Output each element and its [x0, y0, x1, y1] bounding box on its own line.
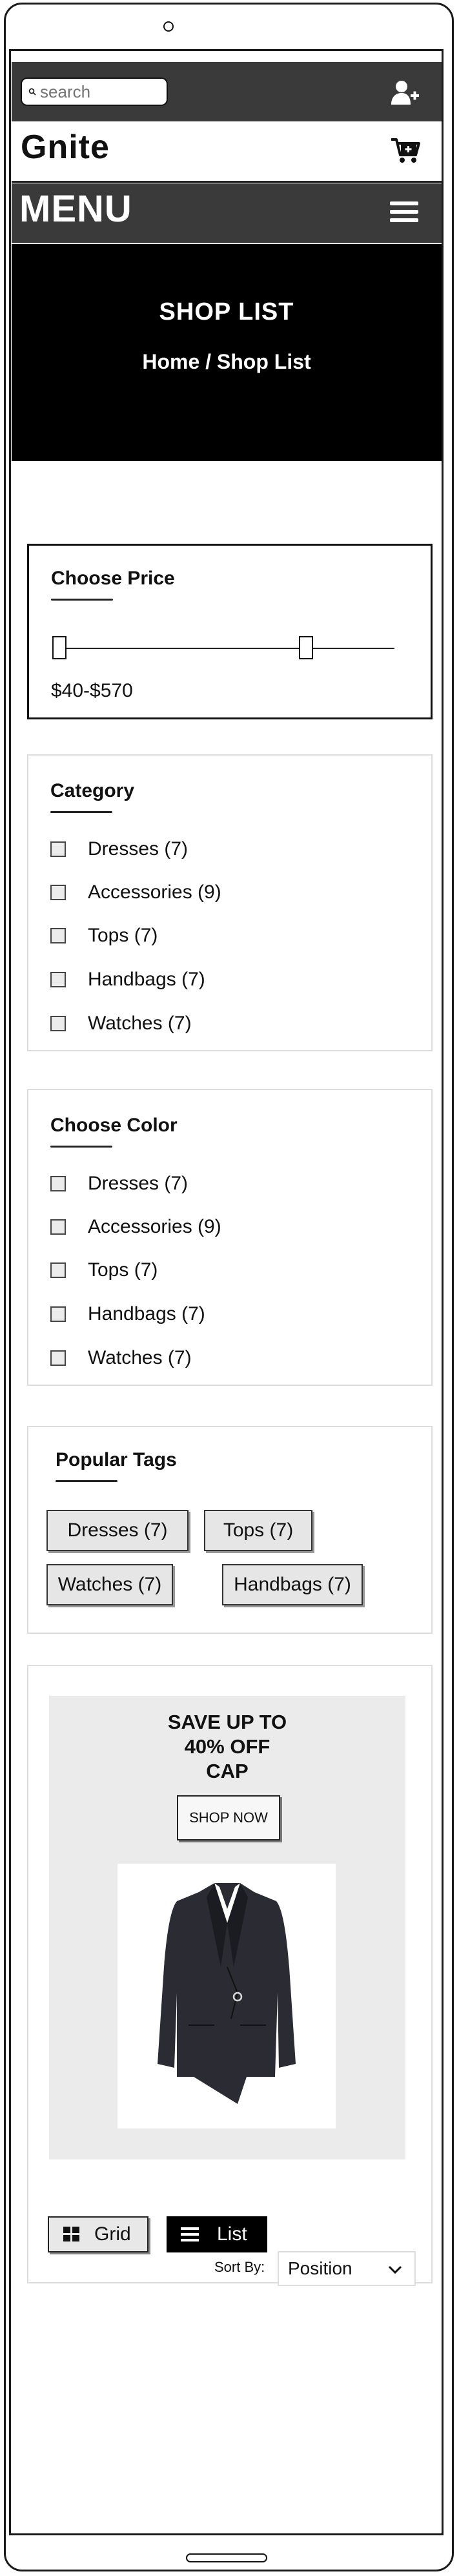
grid-view-label: Grid: [94, 2223, 131, 2245]
title-underline: [56, 1480, 117, 1482]
shop-now-button[interactable]: SHOP NOW: [177, 1795, 280, 1840]
color-item[interactable]: Handbags (7): [50, 1303, 205, 1325]
promo-panel: SAVE UP TO 40% OFF CAP SHOP NOW Grid Lis…: [27, 1665, 433, 2286]
camera-dot: [163, 21, 174, 32]
search-box[interactable]: [21, 77, 168, 106]
cart-icon[interactable]: [390, 137, 421, 165]
list-view-button[interactable]: List: [167, 2216, 267, 2252]
list-view-label: List: [217, 2223, 247, 2245]
price-filter-title: Choose Price: [51, 568, 175, 589]
color-panel: Choose Color Dresses (7) Accessories (9)…: [27, 1089, 433, 1386]
sort-select[interactable]: Position: [278, 2251, 416, 2286]
promo-product-image[interactable]: [117, 1864, 336, 2128]
tag-button[interactable]: Dresses (7): [46, 1510, 189, 1551]
menu-label[interactable]: MENU: [19, 187, 132, 231]
hamburger-icon[interactable]: [390, 201, 418, 225]
brand-logo[interactable]: Gnite: [21, 128, 110, 167]
chevron-down-icon: [388, 2265, 402, 2274]
promo-card: SAVE UP TO 40% OFF CAP SHOP NOW: [49, 1696, 405, 2159]
tag-button[interactable]: Handbags (7): [222, 1564, 363, 1605]
list-icon: [181, 2227, 199, 2241]
popular-tags-title: Popular Tags: [56, 1449, 177, 1470]
tag-button[interactable]: Watches (7): [46, 1564, 173, 1605]
color-item[interactable]: Accessories (9): [50, 1216, 221, 1238]
title-underline: [50, 811, 112, 813]
price-slider-min-handle[interactable]: [52, 636, 66, 659]
checkbox[interactable]: [50, 928, 66, 943]
checkbox[interactable]: [50, 1262, 66, 1278]
checkbox[interactable]: [50, 972, 66, 987]
grid-view-button[interactable]: Grid: [48, 2216, 148, 2252]
checkbox[interactable]: [50, 841, 66, 857]
jacket-image: [158, 1883, 296, 2104]
category-item-label: Accessories (9): [88, 881, 221, 903]
color-item[interactable]: Watches (7): [50, 1347, 192, 1369]
price-slider-max-handle[interactable]: [299, 636, 313, 659]
color-item-label: Accessories (9): [88, 1216, 221, 1237]
color-title: Choose Color: [50, 1115, 178, 1136]
breadcrumb[interactable]: Home / Shop List: [12, 350, 442, 374]
grid-icon: [63, 2227, 79, 2241]
search-input[interactable]: [36, 81, 163, 102]
sort-label: Sort By:: [214, 2259, 265, 2275]
tag-button[interactable]: Tops (7): [204, 1510, 312, 1551]
promo-headline: SAVE UP TO 40% OFF CAP: [49, 1710, 405, 1784]
category-item-label: Dresses (7): [88, 838, 189, 860]
category-item[interactable]: Watches (7): [50, 1013, 192, 1035]
color-item[interactable]: Tops (7): [50, 1259, 158, 1281]
price-filter-panel: Choose Price $40-$570: [27, 544, 433, 719]
category-item[interactable]: Accessories (9): [50, 881, 221, 903]
category-item[interactable]: Handbags (7): [50, 969, 205, 991]
color-item-label: Dresses (7): [88, 1173, 189, 1194]
checkbox[interactable]: [50, 1350, 66, 1366]
category-item[interactable]: Dresses (7): [50, 838, 188, 860]
checkbox[interactable]: [50, 1176, 66, 1191]
title-underline: [51, 599, 113, 601]
checkbox[interactable]: [50, 885, 66, 900]
category-item[interactable]: Tops (7): [50, 925, 158, 947]
add-user-icon[interactable]: [390, 79, 420, 107]
category-item-label: Watches (7): [88, 1013, 192, 1034]
sort-value: Position: [288, 2258, 352, 2278]
checkbox[interactable]: [50, 1219, 66, 1235]
color-item[interactable]: Dresses (7): [50, 1173, 188, 1195]
color-item-label: Watches (7): [88, 1347, 192, 1368]
hero-banner: SHOP LIST Home / Shop List: [12, 244, 442, 461]
category-title: Category: [50, 780, 135, 801]
home-indicator: [186, 2553, 267, 2562]
category-panel: Category Dresses (7) Accessories (9) Top…: [27, 754, 433, 1051]
price-range-text: $40-$570: [51, 680, 133, 701]
promo-line-3: CAP: [206, 1760, 249, 1782]
promo-line-2: 40% OFF: [184, 1735, 270, 1758]
page-title: SHOP LIST: [159, 298, 294, 325]
color-item-label: Tops (7): [88, 1259, 158, 1281]
category-item-label: Handbags (7): [88, 969, 205, 990]
search-icon: [28, 88, 36, 96]
category-item-label: Tops (7): [88, 925, 158, 946]
promo-line-1: SAVE UP TO: [167, 1711, 287, 1733]
price-slider-track[interactable]: [54, 648, 394, 649]
color-item-label: Handbags (7): [88, 1303, 205, 1324]
checkbox[interactable]: [50, 1306, 66, 1322]
popular-tags-panel: Popular Tags Dresses (7) Tops (7) Watche…: [27, 1426, 433, 1634]
checkbox[interactable]: [50, 1016, 66, 1031]
title-underline: [50, 1146, 112, 1148]
